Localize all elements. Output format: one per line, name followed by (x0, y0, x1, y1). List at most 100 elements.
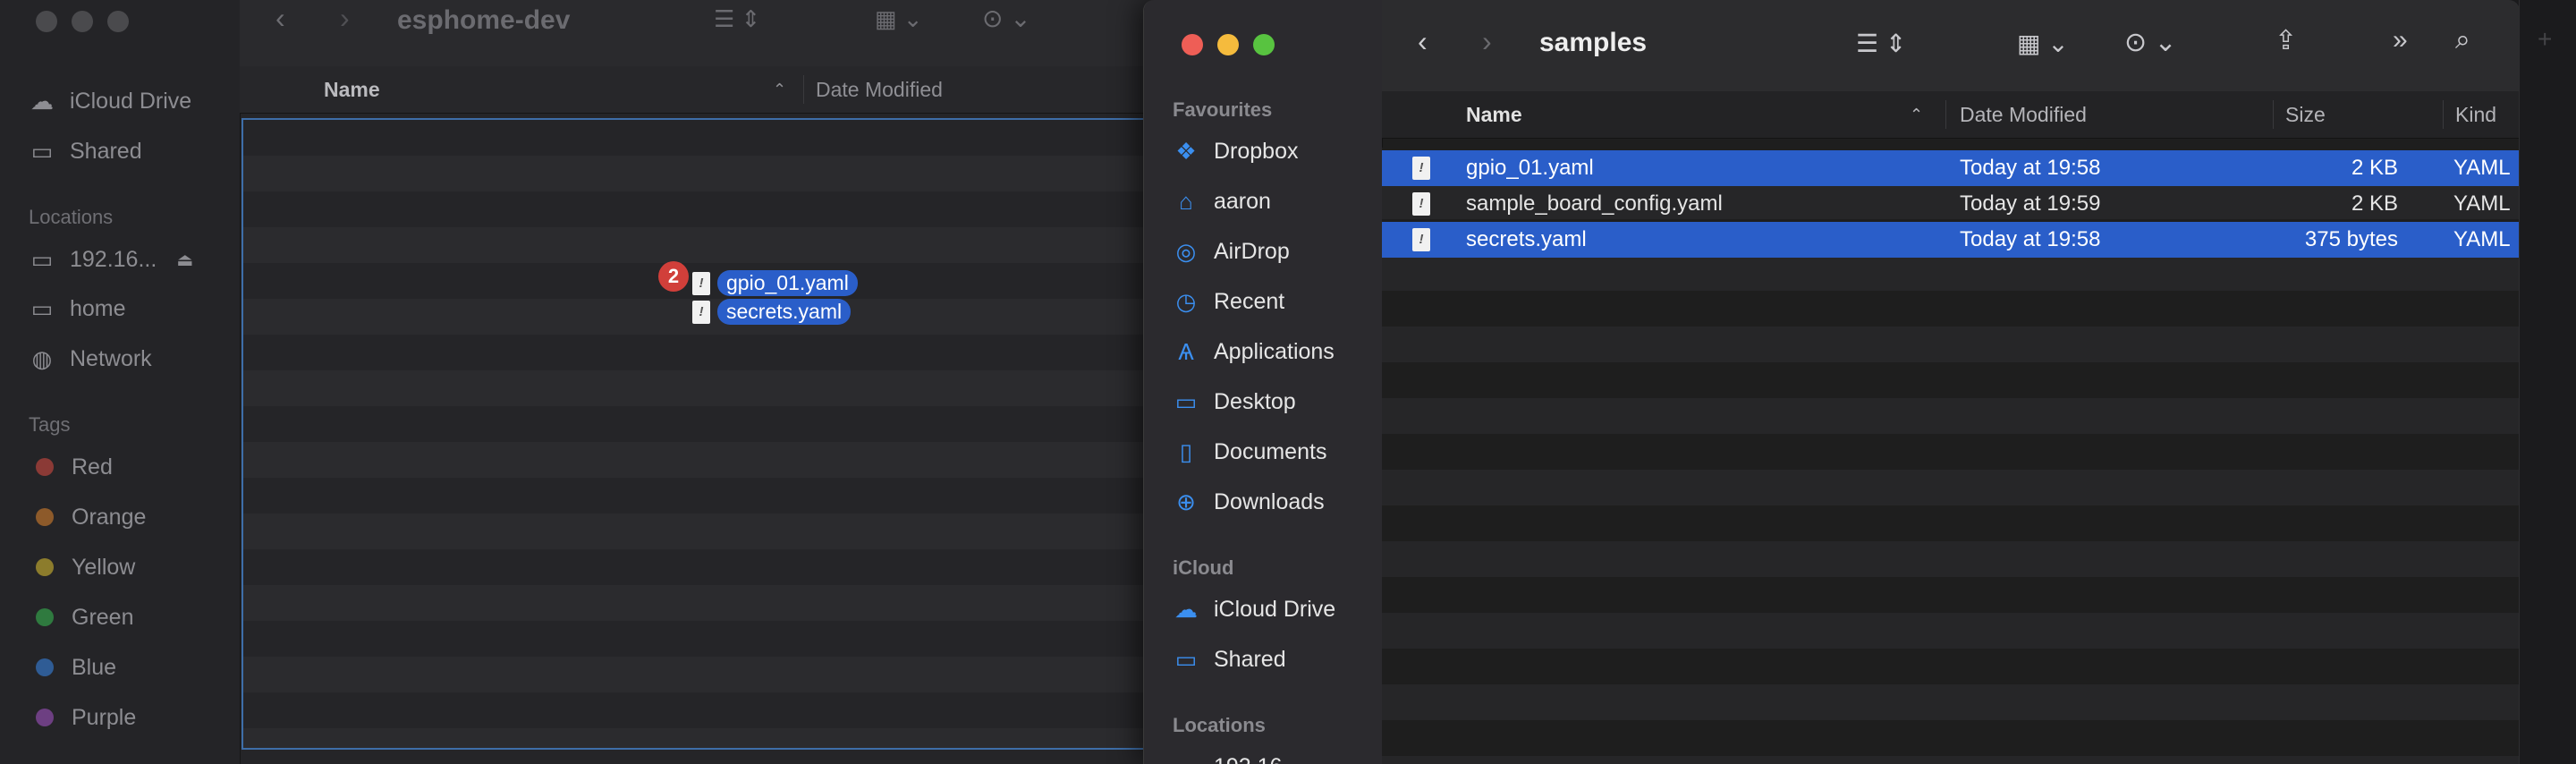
sidebar-item-label: Network (70, 345, 152, 371)
sidebar-item-network[interactable]: ◍ Network (27, 341, 152, 377)
column-kind[interactable]: Kind (2455, 103, 2496, 127)
tag-color-dot (36, 608, 54, 626)
sidebar-item-server[interactable]: ▭ 192.16... (1171, 749, 1301, 764)
file-row[interactable]: ! secrets.yaml Today at 19:58 375 bytes … (1382, 222, 2520, 258)
column-date-modified[interactable]: Date Modified (816, 78, 943, 102)
list-view-icon[interactable]: ☰ ⇕ (714, 5, 760, 33)
back-file-list[interactable] (242, 118, 1163, 750)
back-icon[interactable]: ‹ (275, 2, 285, 35)
file-icon: ! (1412, 192, 1430, 216)
file-row[interactable]: ! sample_board_config.yaml Today at 19:5… (1382, 186, 2520, 222)
tags-header: Tags (29, 413, 71, 436)
sidebar-item-label: Shared (70, 138, 142, 164)
sidebar-item-server[interactable]: ▭ 192.16... ⏏ (27, 242, 194, 277)
file-row[interactable]: ! gpio_01.yaml Today at 19:58 2 KB YAML (1382, 150, 2520, 186)
sidebar-item-home[interactable]: ⌂ aaron (1171, 183, 1271, 219)
column-separator (803, 75, 804, 104)
zoom-button[interactable] (107, 11, 129, 32)
column-size[interactable]: Size (2285, 103, 2326, 127)
file-icon: ! (1412, 157, 1430, 180)
front-sidebar: Favourites ❖ Dropbox ⌂ aaron ◎ AirDrop ◷… (1144, 0, 1383, 764)
sidebar-item-shared[interactable]: ▭ Shared (1171, 641, 1286, 677)
tag-green[interactable]: Green (36, 599, 133, 635)
file-kind: YAML (2453, 227, 2511, 251)
file-name: secrets.yaml (1466, 227, 1587, 251)
sidebar-item-label: Downloads (1214, 488, 1325, 514)
list-view-icon[interactable]: ☰ ⇕ (1856, 29, 1906, 58)
tag-blue[interactable]: Blue (36, 649, 116, 685)
sidebar-item-airdrop[interactable]: ◎ AirDrop (1171, 233, 1290, 269)
column-date-modified[interactable]: Date Modified (1960, 103, 2087, 127)
dropbox-icon: ❖ (1175, 137, 1197, 165)
back-sidebar: ☁ iCloud Drive ▭ Shared Locations ▭ 192.… (0, 0, 241, 764)
globe-icon: ◍ (31, 344, 53, 372)
sidebar-item-home[interactable]: ▭ home (27, 291, 126, 327)
tag-purple[interactable]: Purple (36, 700, 136, 735)
sidebar-item-applications[interactable]: Ѧ Applications (1171, 334, 1335, 369)
forward-icon[interactable]: › (340, 2, 350, 35)
tag-color-dot (36, 458, 54, 476)
column-name[interactable]: Name (324, 78, 380, 102)
tag-orange[interactable]: Orange (36, 499, 146, 535)
sidebar-item-downloads[interactable]: ⊕ Downloads (1171, 484, 1325, 520)
sort-chevron-icon[interactable]: ⌃ (1910, 106, 1923, 124)
column-name[interactable]: Name (1466, 103, 1522, 127)
file-name: gpio_01.yaml (1466, 156, 1594, 180)
traffic-lights-inactive (36, 11, 129, 32)
more-icon[interactable]: ⊙ ⌄ (982, 4, 1031, 33)
sort-chevron-icon[interactable]: ⌃ (773, 81, 786, 99)
front-column-header: Name ⌃ Date Modified Size Kind (1382, 91, 2520, 139)
locations-header: Locations (29, 206, 114, 228)
right-edge-window: + (2519, 0, 2576, 764)
share-icon[interactable]: ⇪ (2275, 25, 2297, 56)
tag-color-dot (36, 709, 54, 726)
cloud-icon: ☁ (30, 87, 54, 115)
tag-yellow[interactable]: Yellow (36, 549, 135, 585)
tag-color-dot (36, 658, 54, 676)
sidebar-item-documents[interactable]: ▯ Documents (1171, 434, 1327, 470)
eject-icon[interactable]: ⏏ (176, 249, 193, 271)
forward-icon[interactable]: › (1482, 25, 1492, 58)
file-kind: YAML (2453, 156, 2511, 180)
drag-file-row: ! gpio_01.yaml (692, 270, 858, 296)
drag-file-name: gpio_01.yaml (717, 270, 858, 296)
close-button[interactable] (36, 11, 57, 32)
sidebar-item-label: Applications (1214, 338, 1335, 364)
drag-file-name: secrets.yaml (717, 299, 852, 325)
minimize-button[interactable] (1217, 34, 1239, 55)
sidebar-item-icloud-drive[interactable]: ☁ iCloud Drive (1171, 591, 1335, 627)
download-icon: ⊕ (1176, 488, 1196, 515)
sidebar-item-label: Dropbox (1214, 138, 1299, 164)
sidebar-item-shared[interactable]: ▭ Shared (27, 133, 142, 169)
file-icon: ! (692, 300, 710, 324)
file-size: 375 bytes (2304, 227, 2398, 251)
sidebar-item-label: AirDrop (1214, 238, 1290, 264)
sidebar-item-icloud-drive[interactable]: ☁ iCloud Drive (27, 83, 191, 119)
locations-header: Locations (1173, 714, 1266, 736)
sidebar-item-dropbox[interactable]: ❖ Dropbox (1171, 133, 1299, 169)
file-size: 2 KB (2351, 156, 2398, 180)
file-size: 2 KB (2351, 191, 2398, 216)
group-icon[interactable]: ▦ ⌄ (875, 5, 923, 33)
zoom-button[interactable] (1253, 34, 1275, 55)
file-kind: YAML (2453, 191, 2511, 216)
back-icon[interactable]: ‹ (1418, 25, 1428, 58)
search-icon[interactable]: ⌕ (2455, 25, 2470, 55)
sidebar-item-label: Recent (1214, 288, 1285, 314)
drag-file-row: ! secrets.yaml (692, 299, 852, 325)
tag-label: Blue (72, 654, 117, 680)
sidebar-item-label: Desktop (1214, 388, 1296, 414)
display-icon: ▭ (30, 245, 54, 273)
display-icon: ▭ (30, 294, 54, 322)
close-button[interactable] (1182, 34, 1203, 55)
add-icon[interactable]: + (2538, 25, 2552, 54)
tag-red[interactable]: Red (36, 449, 113, 485)
favourites-header: Favourites (1173, 98, 1273, 121)
sidebar-item-desktop[interactable]: ▭ Desktop (1171, 384, 1296, 420)
group-icon[interactable]: ▦ ⌄ (2017, 29, 2069, 58)
toolbar-overflow-icon[interactable]: » (2393, 25, 2408, 55)
back-column-header: Name ⌃ Date Modified (240, 66, 1163, 114)
more-icon[interactable]: ⊙ ⌄ (2124, 27, 2177, 58)
minimize-button[interactable] (72, 11, 93, 32)
sidebar-item-recent[interactable]: ◷ Recent (1171, 284, 1285, 319)
